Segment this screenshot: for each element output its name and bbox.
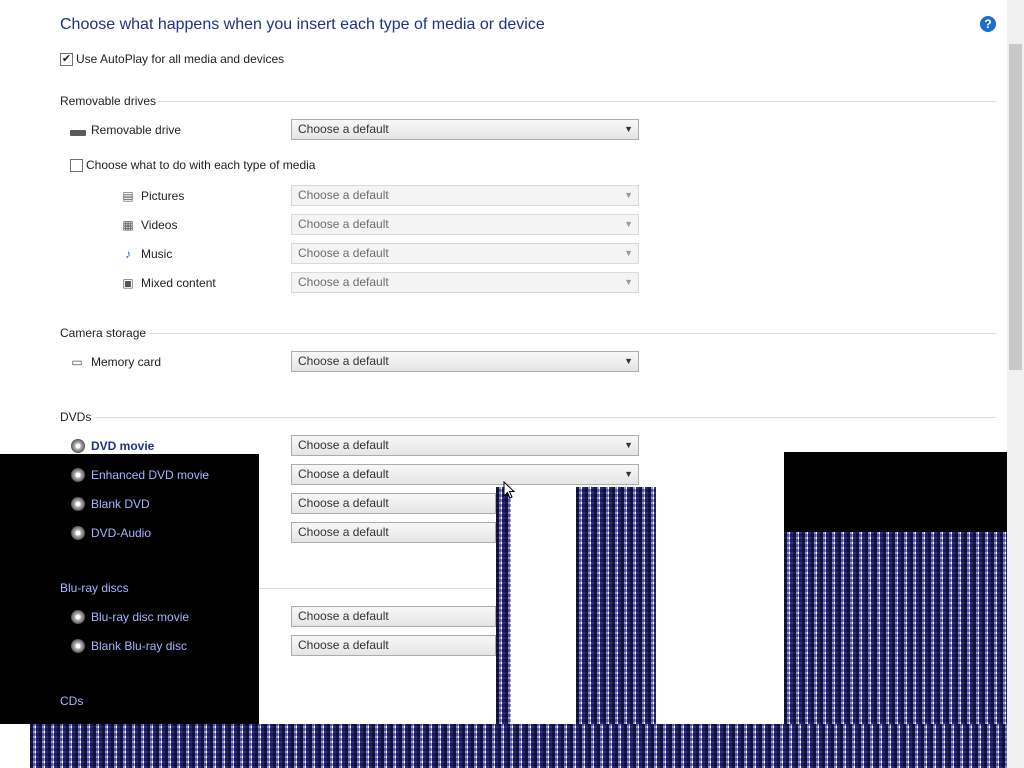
select-value: Choose a default [298,122,389,136]
blank-dvd-label: Blank DVD [91,497,150,511]
videos-select: Choose a default ▼ [291,214,639,235]
bluray-disc-icon [71,610,85,624]
chevron-down-icon: ▼ [624,219,633,229]
section-divider [259,588,496,589]
picture-icon: ▤ [122,189,134,203]
chevron-down-icon: ▼ [624,190,633,200]
section-dvds: DVDs [60,410,92,424]
mouse-cursor-icon [503,481,515,499]
display-noise-region [30,724,1024,768]
section-removable-drives: Removable drives [60,94,157,108]
blank-bluray-label: Blank Blu-ray disc [91,639,188,653]
mixed-content-icon: ▣ [122,276,134,290]
select-value: Choose a default [298,638,389,652]
select-value: Choose a default [298,525,389,539]
select-value: Choose a default [298,354,389,368]
each-media-label: Choose what to do with each type of medi… [86,158,316,172]
select-value: Choose a default [298,217,389,231]
bluray-movie-label: Blu-ray disc movie [91,610,190,624]
select-value: Choose a default [298,188,389,202]
video-icon: ▦ [122,218,134,232]
blank-dvd-select[interactable]: Choose a default [291,493,496,514]
scrollbar-thumb[interactable] [1009,44,1022,370]
select-value: Choose a default [298,496,389,510]
autoplay-checkbox[interactable]: ✔ [60,53,73,66]
dvd-disc-icon [71,497,85,511]
media-label-pictures: Pictures [141,189,185,203]
media-label-music: Music [141,247,173,261]
chevron-down-icon: ▼ [624,469,633,479]
page-title: Choose what happens when you insert each… [60,16,545,33]
music-icon: ♪ [125,247,131,261]
display-glitch-region [0,454,259,724]
memory-card-icon: ▭ [71,355,83,369]
each-media-checkbox[interactable] [70,159,83,172]
dvd-audio-select[interactable]: Choose a default [291,522,496,543]
media-label-mixed: Mixed content [141,276,216,290]
display-noise-region [784,532,1024,724]
select-value: Choose a default [298,275,389,289]
removable-drive-label: Removable drive [91,123,182,137]
enhanced-dvd-movie-label: Enhanced DVD movie [91,468,210,482]
removable-drive-icon [70,130,86,136]
dvd-disc-icon [71,439,85,453]
select-value: Choose a default [298,467,389,481]
dvd-disc-icon [71,526,85,540]
mixed-content-select: Choose a default ▼ [291,272,639,293]
bluray-disc-icon [71,639,85,653]
display-glitch-region [784,452,1024,532]
media-label-videos: Videos [141,218,178,232]
section-divider [158,101,996,102]
autoplay-label: Use AutoPlay for all media and devices [76,52,285,66]
memory-card-select[interactable]: Choose a default ▼ [291,351,639,372]
chevron-down-icon: ▼ [624,356,633,366]
dvd-movie-select[interactable]: Choose a default ▼ [291,435,639,456]
removable-drive-select[interactable]: Choose a default ▼ [291,119,639,140]
section-bluray: Blu-ray discs [60,581,129,595]
blank-bluray-select[interactable]: Choose a default [291,635,496,656]
pictures-select: Choose a default ▼ [291,185,639,206]
bluray-movie-select[interactable]: Choose a default [291,606,496,627]
memory-card-label: Memory card [91,355,162,369]
select-value: Choose a default [298,438,389,452]
dvd-disc-icon [71,468,85,482]
chevron-down-icon: ▼ [624,440,633,450]
dvd-movie-label: DVD movie [91,439,155,453]
select-value: Choose a default [298,246,389,260]
select-value: Choose a default [298,609,389,623]
display-glitch-region [511,487,576,724]
display-noise-region [496,487,511,724]
dvd-audio-label: DVD-Audio [91,526,152,540]
section-camera-storage: Camera storage [60,326,147,340]
display-noise-region [576,487,656,724]
chevron-down-icon: ▼ [624,124,633,134]
section-divider [149,333,996,334]
music-select: Choose a default ▼ [291,243,639,264]
chevron-down-icon: ▼ [624,248,633,258]
enhanced-dvd-movie-select[interactable]: Choose a default ▼ [291,464,639,485]
chevron-down-icon: ▼ [624,277,633,287]
section-cds: CDs [60,694,84,708]
section-divider [94,417,996,418]
help-icon[interactable]: ? [980,16,996,32]
